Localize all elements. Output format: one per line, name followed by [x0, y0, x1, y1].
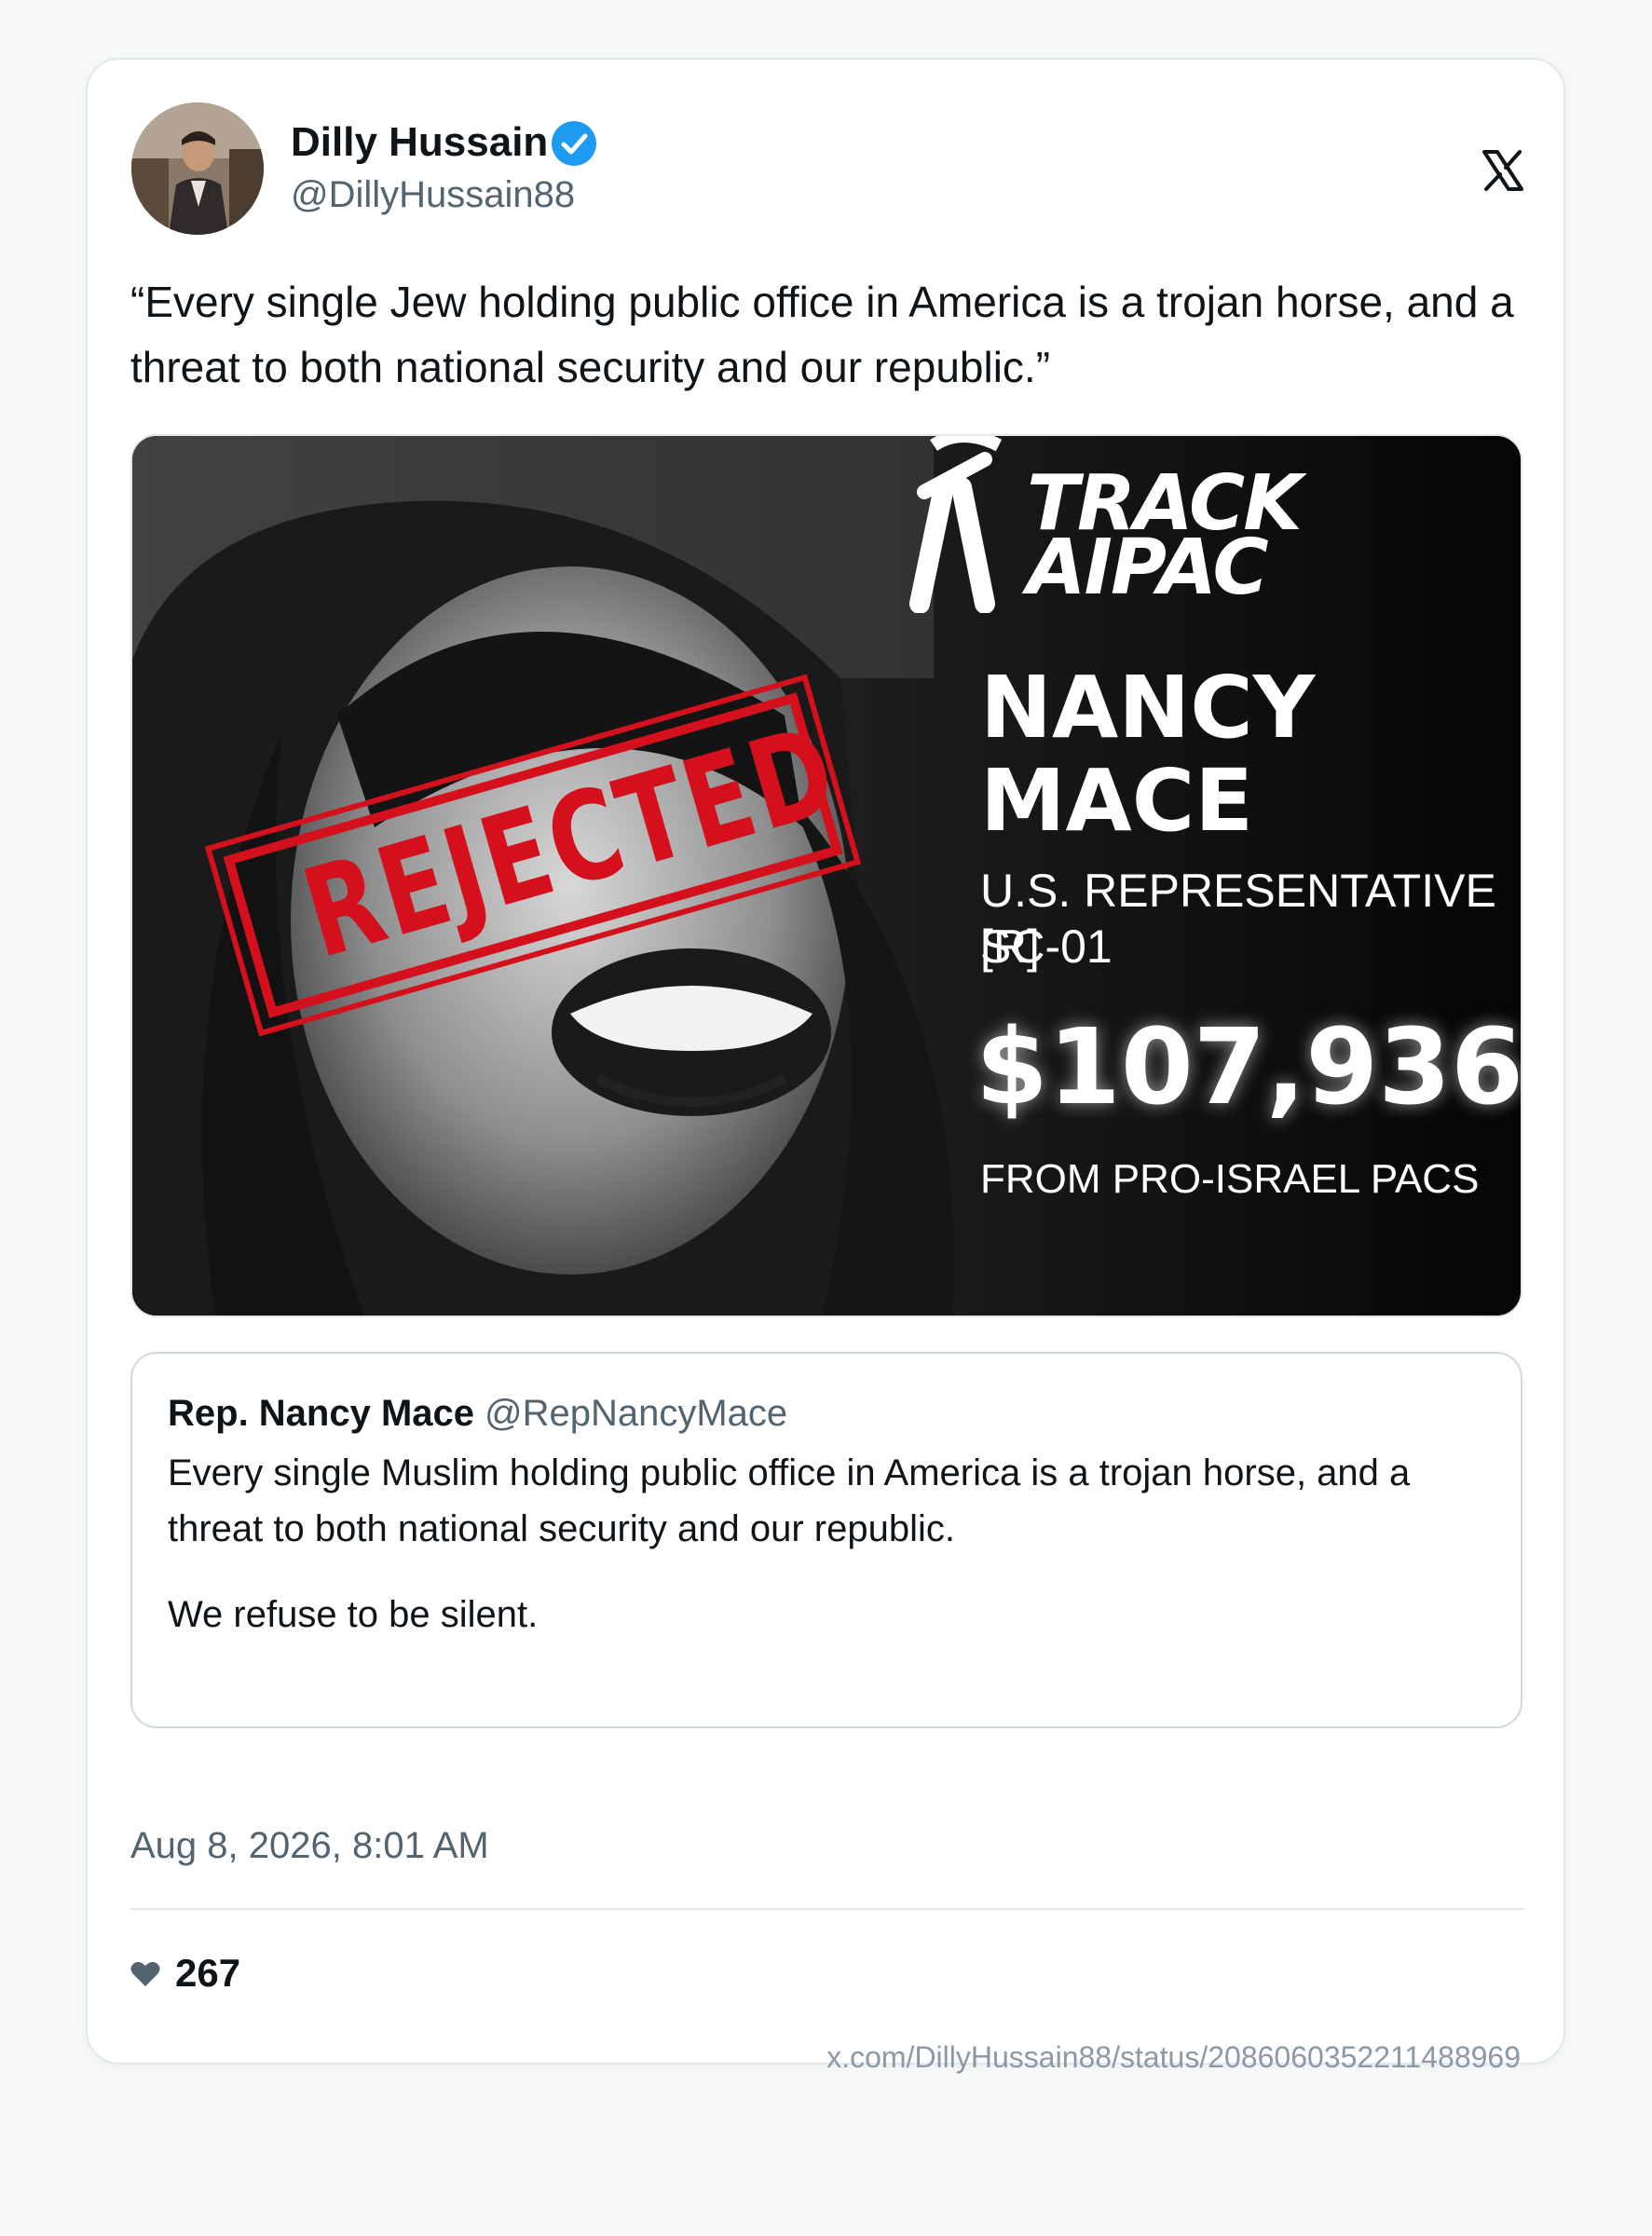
office-line2: SC-01	[980, 920, 1113, 973]
avatar[interactable]	[131, 102, 264, 235]
tweet-timestamp[interactable]: Aug 8, 2026, 8:01 AM	[130, 1825, 489, 1867]
tweet-text: “Every single Jew holding public office …	[130, 278, 1514, 391]
amount: $107,936	[976, 1007, 1522, 1128]
heart-icon	[130, 1961, 160, 1986]
author-name[interactable]: Dilly Hussain	[291, 119, 548, 166]
quoted-author-name[interactable]: Rep. Nancy Mace	[168, 1393, 474, 1435]
author-handle[interactable]: @DillyHussain88	[291, 174, 575, 216]
x-logo-icon[interactable]	[1481, 149, 1524, 192]
subject-name-line2: MACE	[980, 751, 1254, 851]
track-aipac-logo-icon	[909, 436, 1003, 613]
verified-badge-icon	[552, 121, 596, 166]
brand-line2: AIPAC	[1027, 524, 1269, 612]
divider	[130, 1908, 1524, 1910]
quoted-tweet-text-2: We refuse to be silent.	[168, 1594, 539, 1635]
like-button[interactable]: 267	[130, 1951, 240, 1996]
quoted-author-handle[interactable]: @RepNancyMace	[485, 1393, 787, 1435]
like-count: 267	[175, 1951, 241, 1995]
tweet-card: Dilly Hussain @DillyHussain88 “Every sin…	[86, 58, 1565, 2074]
quoted-tweet[interactable]: Rep. Nancy Mace @RepNancyMace Every sing…	[130, 1352, 1522, 1728]
tweet-url-link[interactable]: x.com/DillyHussain88/status/208606035221…	[826, 2040, 1521, 2075]
tweet-media-image[interactable]: REJECTED TRACK AIPAC NANCY MACE U.S. REP…	[130, 434, 1522, 1317]
quoted-tweet-text: Every single Muslim holding public offic…	[168, 1452, 1411, 1549]
amount-source: FROM PRO-ISRAEL PACS	[980, 1156, 1480, 1202]
subject-name-line1: NANCY	[980, 658, 1316, 757]
